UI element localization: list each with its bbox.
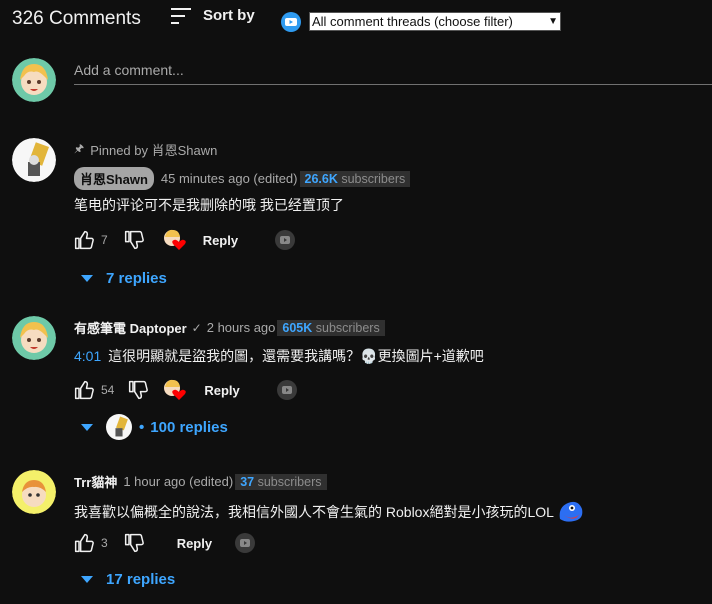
subscriber-suffix: subscribers — [341, 171, 406, 186]
extension-icon[interactable] — [281, 12, 301, 32]
thumb-down-icon[interactable] — [128, 380, 149, 400]
subscriber-suffix: subscribers — [315, 320, 380, 335]
comment-text: 笔电的评论可不是我删除的哦 我已经置顶了 — [74, 197, 344, 213]
view-replies-button[interactable]: 7 replies — [81, 270, 167, 287]
comments-count-title: 326 Comments — [12, 8, 141, 29]
reply-author-avatar — [106, 414, 132, 440]
sort-by-button[interactable]: Sort by — [203, 7, 255, 24]
comment-text-body: 這很明顯就是盜我的圖，還需要我講嗎？💀更換圖片+道歉吧 — [108, 348, 484, 364]
creator-heart-icon — [163, 229, 186, 250]
thumb-up-icon[interactable] — [74, 230, 94, 250]
like-count: 54 — [101, 383, 115, 397]
comment-time[interactable]: 1 hour ago (edited) — [123, 474, 233, 489]
expand-triangle-icon — [81, 275, 93, 282]
comment-filter-select[interactable]: All comment threads (choose filter) ▼ — [309, 12, 561, 31]
verified-icon: ✓ — [191, 320, 202, 335]
dislike-counter-icon[interactable] — [275, 230, 296, 250]
timestamp-link[interactable]: 4:01 — [74, 348, 101, 364]
like-count: 7 — [101, 233, 108, 247]
replies-bullet: • — [139, 418, 145, 436]
replies-count: 17 replies — [106, 571, 176, 588]
creator-heart-icon — [164, 379, 187, 400]
expand-triangle-icon — [81, 423, 93, 431]
sort-icon[interactable] — [170, 6, 192, 26]
view-replies-button[interactable]: 17 replies — [81, 571, 175, 588]
replies-count: 7 replies — [106, 270, 167, 287]
comment-time[interactable]: 45 minutes ago (edited) — [161, 171, 298, 186]
subscriber-badge: 37 subscribers — [235, 473, 327, 490]
dislike-counter-icon[interactable] — [276, 380, 297, 400]
commenter-avatar[interactable] — [12, 316, 56, 360]
expand-triangle-icon — [81, 576, 93, 583]
pinned-label: Pinned by 肖恩Shawn — [90, 143, 218, 158]
subscriber-badge: 605K subscribers — [277, 319, 385, 336]
comment-thread: 有感筆電 Daptoper ✓ 2 hours ago 605K subscri… — [0, 314, 712, 454]
current-user-avatar — [12, 58, 56, 102]
comment-thread: 🖈 Pinned by 肖恩Shawn 肖恩Shawn 45 minutes a… — [0, 136, 712, 296]
pin-icon: 🖈 — [74, 143, 85, 155]
chevron-down-icon: ▼ — [548, 16, 558, 27]
like-count: 3 — [101, 536, 108, 550]
subscriber-count: 605K — [282, 320, 313, 335]
blob-emoji-icon — [559, 501, 583, 522]
comment-text: 4:01 這很明顯就是盜我的圖，還需要我講嗎？💀更換圖片+道歉吧 — [74, 346, 484, 366]
reply-button[interactable]: Reply — [177, 536, 212, 551]
subscriber-count: 37 — [240, 474, 255, 489]
view-replies-button[interactable]: • 100 replies — [81, 414, 228, 440]
comment-author[interactable]: Trr貓神 — [74, 472, 117, 491]
add-comment-input[interactable]: Add a comment... — [74, 62, 712, 85]
subscriber-badge: 26.6K subscribers — [299, 170, 411, 187]
thumb-down-icon[interactable] — [124, 230, 144, 250]
reply-button[interactable]: Reply — [204, 383, 239, 398]
comment-author[interactable]: 有感筆電 Daptoper — [74, 318, 187, 337]
replies-count: 100 replies — [150, 418, 228, 436]
commenter-avatar[interactable] — [12, 470, 56, 514]
comment-time[interactable]: 2 hours ago — [207, 320, 276, 335]
comment-text: 我喜歡以偏概全的說法，我相信外國人不會生氣的 Roblox絕對是小孩玩的LOL — [74, 504, 554, 520]
commenter-avatar[interactable] — [12, 138, 56, 182]
subscriber-count: 26.6K — [304, 171, 338, 186]
subscriber-suffix: subscribers — [257, 474, 322, 489]
thumb-down-icon[interactable] — [124, 533, 144, 553]
dislike-counter-icon[interactable] — [235, 533, 256, 553]
comment-thread: Trr貓神 1 hour ago (edited) 37 subscribers… — [0, 468, 712, 598]
thumb-up-icon[interactable] — [74, 533, 94, 553]
thumb-up-icon[interactable] — [74, 380, 94, 400]
reply-button[interactable]: Reply — [203, 233, 238, 248]
comment-author[interactable]: 肖恩Shawn — [74, 167, 154, 190]
comment-filter-selected-value: All comment threads (choose filter) — [312, 14, 513, 29]
